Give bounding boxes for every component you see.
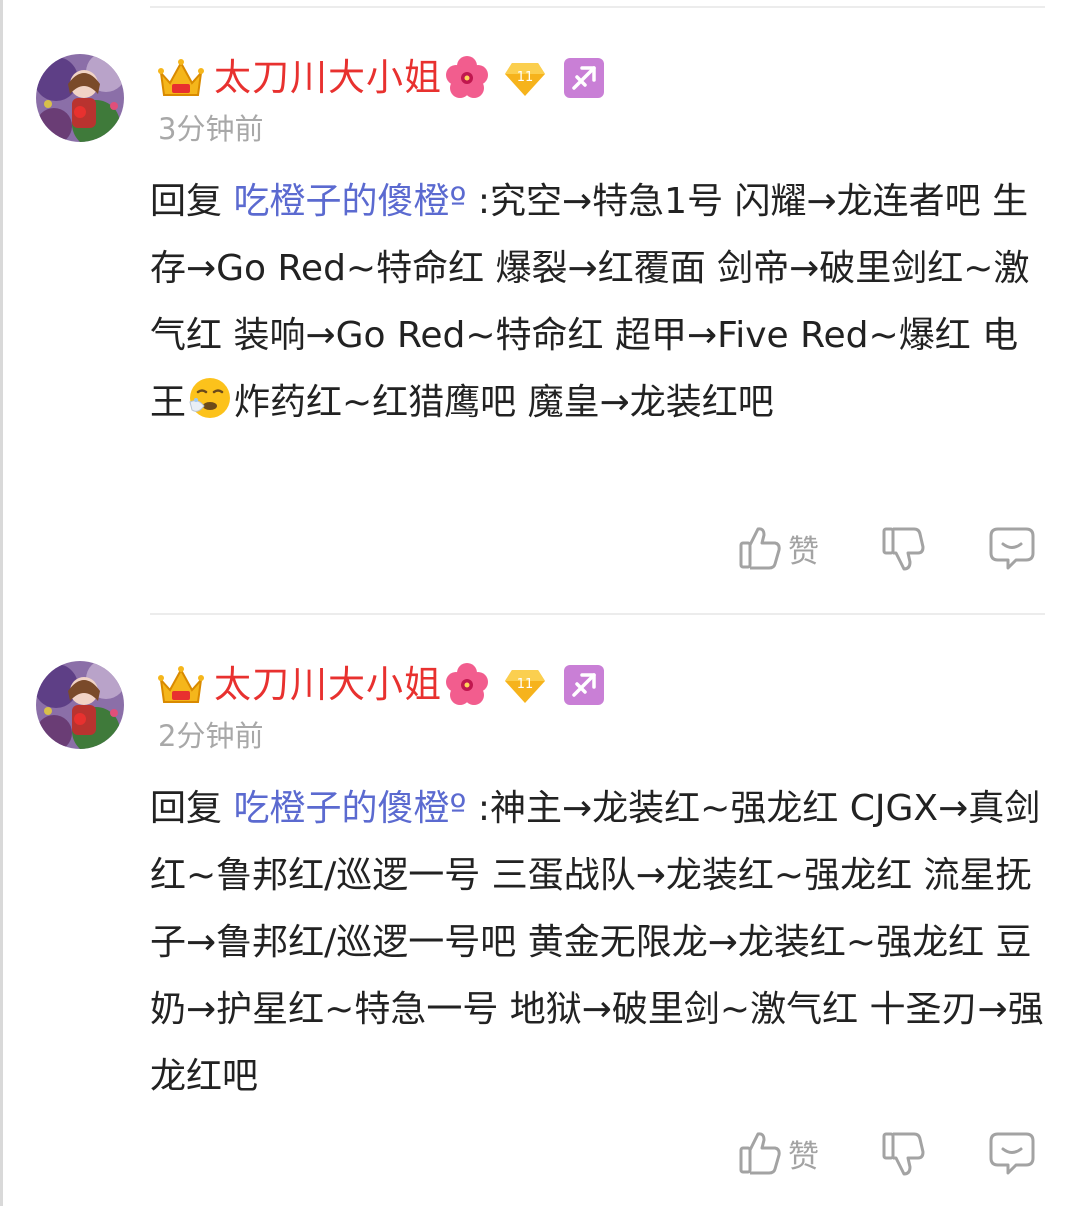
diamond-level-icon: 11	[505, 670, 545, 703]
user-info-row: 太刀川大小姐 11	[158, 53, 604, 103]
crown-badge-icon	[158, 666, 204, 703]
sagittarius-icon	[564, 665, 604, 705]
comment-text: :神主→龙装红~强龙红 CJGX→真剑红~鲁邦红/巡逻一号 三蛋战队→龙装红~强…	[150, 788, 1044, 1097]
sneezing-face-icon	[189, 378, 231, 418]
username[interactable]: 太刀川大小姐	[214, 660, 442, 710]
divider-middle	[150, 613, 1045, 615]
comment-content: 回复 吃橙子的傻橙º :究空→特急1号 闪耀→龙连者吧 生存→Go Red~特命…	[150, 168, 1045, 436]
comment-bubble-icon[interactable]	[988, 1130, 1036, 1176]
comment-content: 回复 吃橙子的傻橙º :神主→龙装红~强龙红 CJGX→真剑红~鲁邦红/巡逻一号…	[150, 775, 1045, 1110]
thumbs-down-icon[interactable]	[880, 1130, 926, 1178]
comment-time: 2分钟前	[158, 719, 264, 753]
action-bar: 赞	[0, 523, 1080, 573]
avatar[interactable]	[36, 661, 124, 749]
like-label: 赞	[788, 533, 819, 570]
hibiscus-icon	[446, 56, 488, 98]
user-info-row: 太刀川大小姐 11	[158, 660, 604, 710]
reply-prefix: 回复	[150, 788, 234, 829]
sagittarius-icon	[564, 58, 604, 98]
reply-target-user[interactable]: 吃橙子的傻橙º	[233, 788, 466, 829]
divider-top	[150, 6, 1045, 8]
crown-badge-icon	[158, 59, 204, 96]
thumbs-up-icon	[739, 1132, 781, 1175]
level-number: 11	[517, 70, 534, 85]
diamond-level-icon: 11	[505, 63, 545, 96]
reply-target-user[interactable]: 吃橙子的傻橙º	[233, 181, 466, 222]
avatar[interactable]	[36, 54, 124, 142]
comment-bubble-icon[interactable]	[988, 525, 1036, 571]
hibiscus-icon	[446, 663, 488, 705]
like-label: 赞	[788, 1138, 819, 1175]
comment-time: 3分钟前	[158, 112, 264, 146]
comment-text-continued: 炸药红~红猎鹰吧 魔皇→龙装红吧	[234, 382, 774, 423]
action-bar: 赞	[0, 1128, 1080, 1178]
comment-list: 太刀川大小姐 11 3分钟前 回复 吃橙子的傻橙º:究空→特急1号 闪耀→龙连…	[0, 0, 1080, 1206]
like-button[interactable]: 赞	[738, 1128, 819, 1178]
thumbs-down-icon[interactable]	[880, 525, 926, 573]
left-edge-line	[0, 0, 3, 1206]
thumbs-up-icon	[739, 527, 781, 570]
level-number: 11	[517, 677, 534, 692]
username[interactable]: 太刀川大小姐	[214, 53, 442, 103]
reply-prefix: 回复	[150, 181, 234, 222]
like-button[interactable]: 赞	[738, 523, 819, 573]
